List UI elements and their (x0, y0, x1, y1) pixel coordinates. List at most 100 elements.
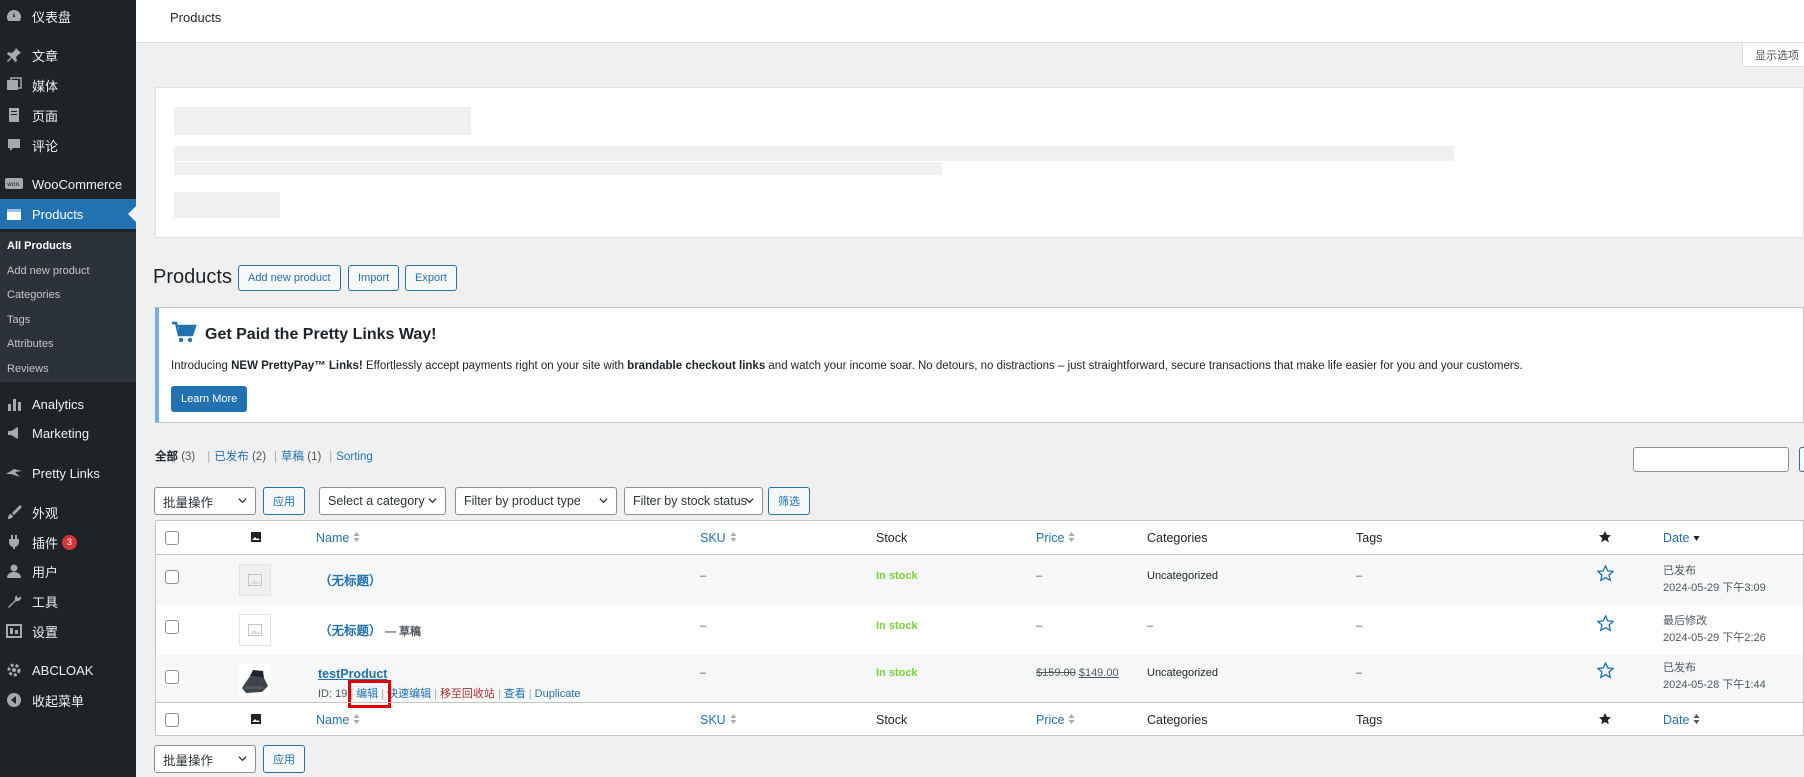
category-link[interactable]: Uncategorized (1147, 667, 1218, 679)
column-sku[interactable]: SKU (700, 531, 737, 545)
row-checkbox[interactable] (165, 670, 179, 684)
regular-price: $159.00 (1036, 667, 1076, 679)
product-type-filter-select[interactable]: Filter by product type (455, 487, 617, 515)
row-checkbox[interactable] (165, 570, 179, 584)
notice-text: Introducing NEW PrettyPay™ Links! Effort… (171, 360, 1523, 372)
search-input[interactable] (1633, 447, 1789, 472)
menu-item-settings[interactable]: 设置 (0, 616, 136, 646)
column-date[interactable]: Date (1663, 713, 1700, 727)
woo-icon: woo (4, 174, 24, 194)
price-cell: – (1036, 620, 1043, 632)
column-sku[interactable]: SKU (700, 713, 737, 727)
submenu-attributes[interactable]: Attributes (7, 338, 53, 350)
sort-icon (1693, 714, 1700, 724)
menu-item-abcloak[interactable]: ABCLOAK (0, 655, 136, 685)
apply-button-bottom[interactable]: 应用 (263, 745, 305, 773)
view-sorting[interactable]: Sorting (336, 451, 372, 463)
chevron-down-icon (428, 498, 437, 504)
image-column-icon (251, 714, 261, 724)
menu-item-products[interactable]: Products (0, 199, 136, 229)
menu-item-users[interactable]: 用户 (0, 556, 136, 586)
date-cell: 最后修改 2024-05-29 下午2:26 (1663, 615, 1766, 644)
product-name-link[interactable]: （无标题） (319, 570, 382, 589)
submenu-reviews[interactable]: Reviews (7, 363, 49, 375)
select-all-checkbox[interactable] (165, 713, 179, 727)
menu-label: 收起菜单 (32, 693, 85, 709)
quick-edit-link[interactable]: 快速编辑 (387, 688, 431, 700)
featured-star-icon[interactable] (1597, 565, 1614, 582)
stock-status: In stock (876, 667, 918, 679)
category-filter-select[interactable]: Select a category (319, 487, 446, 515)
column-name[interactable]: Name (316, 713, 360, 727)
post-state: — 草稿 (385, 626, 422, 638)
submenu-all-products[interactable]: All Products (7, 240, 72, 252)
product-name-link[interactable]: （无标题） (319, 624, 382, 638)
column-date[interactable]: Date (1663, 531, 1700, 545)
submenu-tags[interactable]: Tags (7, 314, 30, 326)
export-button[interactable]: Export (405, 265, 457, 291)
menu-item-posts[interactable]: 文章 (0, 40, 136, 70)
menu-item-woocommerce[interactable]: woo WooCommerce (0, 169, 136, 199)
featured-star-icon[interactable] (1597, 615, 1614, 632)
menu-item-analytics[interactable]: Analytics (0, 389, 136, 419)
sort-icon (1068, 532, 1075, 542)
menu-item-comments[interactable]: 评论 (0, 130, 136, 160)
select-all-checkbox[interactable] (165, 531, 179, 545)
bulk-action-select-bottom[interactable]: 批量操作 (154, 745, 256, 773)
menu-item-plugins[interactable]: 插件 3 (0, 527, 136, 557)
submenu-categories[interactable]: Categories (7, 289, 60, 301)
duplicate-link[interactable]: Duplicate (535, 688, 581, 700)
plugin-icon (4, 532, 24, 552)
media-icon (4, 75, 24, 95)
menu-item-dashboard[interactable]: 仪表盘 (0, 1, 136, 31)
menu-item-pretty-links[interactable]: Pretty Links (0, 458, 136, 488)
page-icon (4, 105, 24, 125)
bulk-action-select[interactable]: 批量操作 (154, 487, 256, 515)
apply-button[interactable]: 应用 (263, 487, 305, 515)
chevron-down-icon (238, 498, 247, 504)
gear-icon (4, 660, 24, 680)
import-button[interactable]: Import (348, 265, 400, 291)
sort-desc-icon (1693, 536, 1700, 541)
menu-item-collapse[interactable]: 收起菜单 (0, 685, 136, 715)
featured-star-icon[interactable] (1597, 662, 1614, 679)
view-all[interactable]: 全部 (3) (155, 451, 199, 463)
menu-item-marketing[interactable]: Marketing (0, 418, 136, 448)
sku-cell: – (700, 570, 707, 582)
menu-item-appearance[interactable]: 外观 (0, 497, 136, 527)
submenu-add-new-product[interactable]: Add new product (7, 265, 90, 277)
column-name[interactable]: Name (316, 531, 360, 545)
menu-label: 工具 (32, 594, 59, 610)
view-link[interactable]: 查看 (504, 688, 526, 700)
stock-status-filter-select[interactable]: Filter by stock status (624, 487, 763, 515)
product-name-cell: （无标题） — 草稿 (319, 620, 421, 639)
column-categories: Categories (1147, 713, 1208, 727)
column-price[interactable]: Price (1036, 531, 1075, 545)
table-row: （无标题） — 草稿 – In stock – – – 最后修改 2024-05-… (156, 605, 1803, 655)
menu-item-tools[interactable]: 工具 (0, 586, 136, 616)
filter-button[interactable]: 筛选 (768, 487, 810, 515)
column-categories: Categories (1147, 531, 1208, 545)
menu-item-media[interactable]: 媒体 (0, 70, 136, 100)
notice-title: Get Paid the Pretty Links Way! (205, 326, 437, 343)
add-new-product-button[interactable]: Add new product (238, 265, 341, 291)
search-button[interactable] (1799, 447, 1804, 472)
menu-item-pages[interactable]: 页面 (0, 100, 136, 130)
learn-more-button[interactable]: Learn More (171, 386, 248, 412)
wrench-icon (4, 591, 24, 611)
menu-label: 仪表盘 (32, 9, 72, 25)
category-link[interactable]: Uncategorized (1147, 570, 1218, 582)
column-price[interactable]: Price (1036, 713, 1075, 727)
column-stock: Stock (876, 713, 908, 727)
view-published[interactable]: 已发布 (214, 451, 249, 463)
date-cell: 已发布 2024-05-29 下午3:09 (1663, 565, 1766, 594)
row-checkbox[interactable] (165, 620, 179, 634)
view-draft[interactable]: 草稿 (281, 451, 304, 463)
product-name-link[interactable]: testProduct (318, 667, 387, 681)
admin-sidebar: 仪表盘 文章 媒体 页面 评论 woo WooCommerce Products… (0, 0, 136, 777)
product-placeholder-image (239, 564, 271, 596)
product-id: ID: 19 (318, 688, 348, 700)
trash-link[interactable]: 移至回收站 (440, 688, 495, 700)
screen-options-button[interactable]: 显示选项 (1742, 43, 1804, 67)
menu-label: 文章 (32, 48, 59, 64)
